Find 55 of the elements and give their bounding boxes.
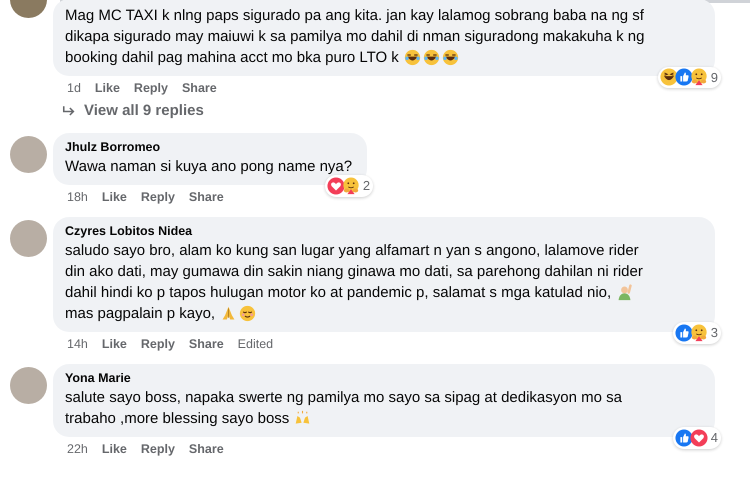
like-reaction-icon: [674, 68, 693, 86]
reaction-summary[interactable]: 9: [658, 66, 721, 88]
action-link[interactable]: Like: [102, 334, 127, 354]
timestamp[interactable]: 22h: [67, 440, 88, 458]
heart-reaction-icon: [326, 176, 345, 195]
action-link[interactable]: Reply: [140, 334, 175, 354]
action-link[interactable]: Share: [188, 188, 224, 206]
comment-text: mas pagpalain p kayo,: [65, 304, 216, 324]
avatar[interactable]: [10, 220, 47, 256]
comment-text: saludo sayo bro, alam ko kung san lugar yang alfamart n yan s angono, lalamove rider: [65, 240, 639, 260]
action-link[interactable]: Reply: [134, 79, 168, 98]
comment-text: Wawa naman si kuya ano pong name nya?: [65, 156, 352, 176]
author-name[interactable]: Yona Marie: [65, 370, 703, 386]
action-link[interactable]: Reply: [140, 188, 175, 206]
comment-text: dahil hindi ko p tapos hulugan motor ko at pandemic p, salamat s mga katulad nio,: [65, 282, 612, 302]
comment-text: Mag MC TAXI k nlng paps sigurado pa ang kita. jan kay lalamog sobrang baba na ng sf: [65, 6, 644, 26]
action-link[interactable]: Reply: [140, 440, 175, 458]
smiling-face-icon: [239, 304, 256, 322]
reply-arrow-icon: [62, 106, 76, 117]
reaction-summary[interactable]: 2: [324, 175, 374, 196]
comment-text: din ako dati, may gumawa din sakin niang ginawa mo dati, sa parehong dahilan ni rider: [65, 262, 643, 282]
timestamp[interactable]: 18h: [67, 188, 88, 206]
like-reaction-icon: [674, 428, 693, 447]
view-replies-link[interactable]: View all 9 replies: [0, 98, 204, 132]
action-link[interactable]: Like: [102, 188, 127, 206]
action-link[interactable]: Share: [182, 79, 217, 98]
laughing-reaction-icon: [660, 68, 678, 86]
heart-reaction-icon: [690, 428, 708, 447]
timestamp[interactable]: 1d: [67, 79, 81, 98]
action-link[interactable]: Like: [94, 79, 120, 98]
like-reaction-icon: [674, 324, 693, 342]
comment-text: dikapa sigurado may maiuwi k sa pamilya mo dahil di nman siguradong makakuha k ng: [65, 27, 644, 47]
avatar[interactable]: [10, 366, 47, 404]
author-name[interactable]: Czyres Lobitos Nidea: [65, 222, 703, 240]
hugging-face-reaction-icon: [342, 176, 360, 195]
raised-hands-icon: [294, 410, 312, 426]
hugging-face-reaction-icon: [690, 324, 708, 342]
action-link[interactable]: Share: [188, 440, 224, 458]
laughing-face-icon: [422, 49, 440, 66]
comment-text: trabaho ,more blessing sayo boss: [65, 408, 290, 428]
comment-text: booking dahil pag mahina acct mo bka puro LTO k: [65, 48, 399, 68]
author-name[interactable]: Jhulz Borromeo: [65, 138, 356, 156]
action-link[interactable]: Like: [102, 440, 127, 458]
reaction-summary[interactable]: 3: [672, 322, 721, 344]
hugging-face-reaction-icon: [690, 68, 708, 86]
praying-hands-icon: [220, 304, 238, 322]
reaction-summary[interactable]: 4: [672, 427, 721, 448]
avatar[interactable]: [10, 136, 47, 172]
timestamp[interactable]: 14h: [67, 334, 88, 354]
comment-text: salute sayo boss, napaka swerte ng pamilya mo sayo sa sipag at dedikasyon mo sa: [65, 388, 622, 408]
action-link[interactable]: Share: [188, 334, 224, 354]
raised-hand-person-icon: [616, 284, 634, 300]
laughing-face-icon: [442, 49, 459, 66]
edited-label: Edited: [238, 336, 274, 353]
laughing-face-icon: [404, 49, 421, 66]
